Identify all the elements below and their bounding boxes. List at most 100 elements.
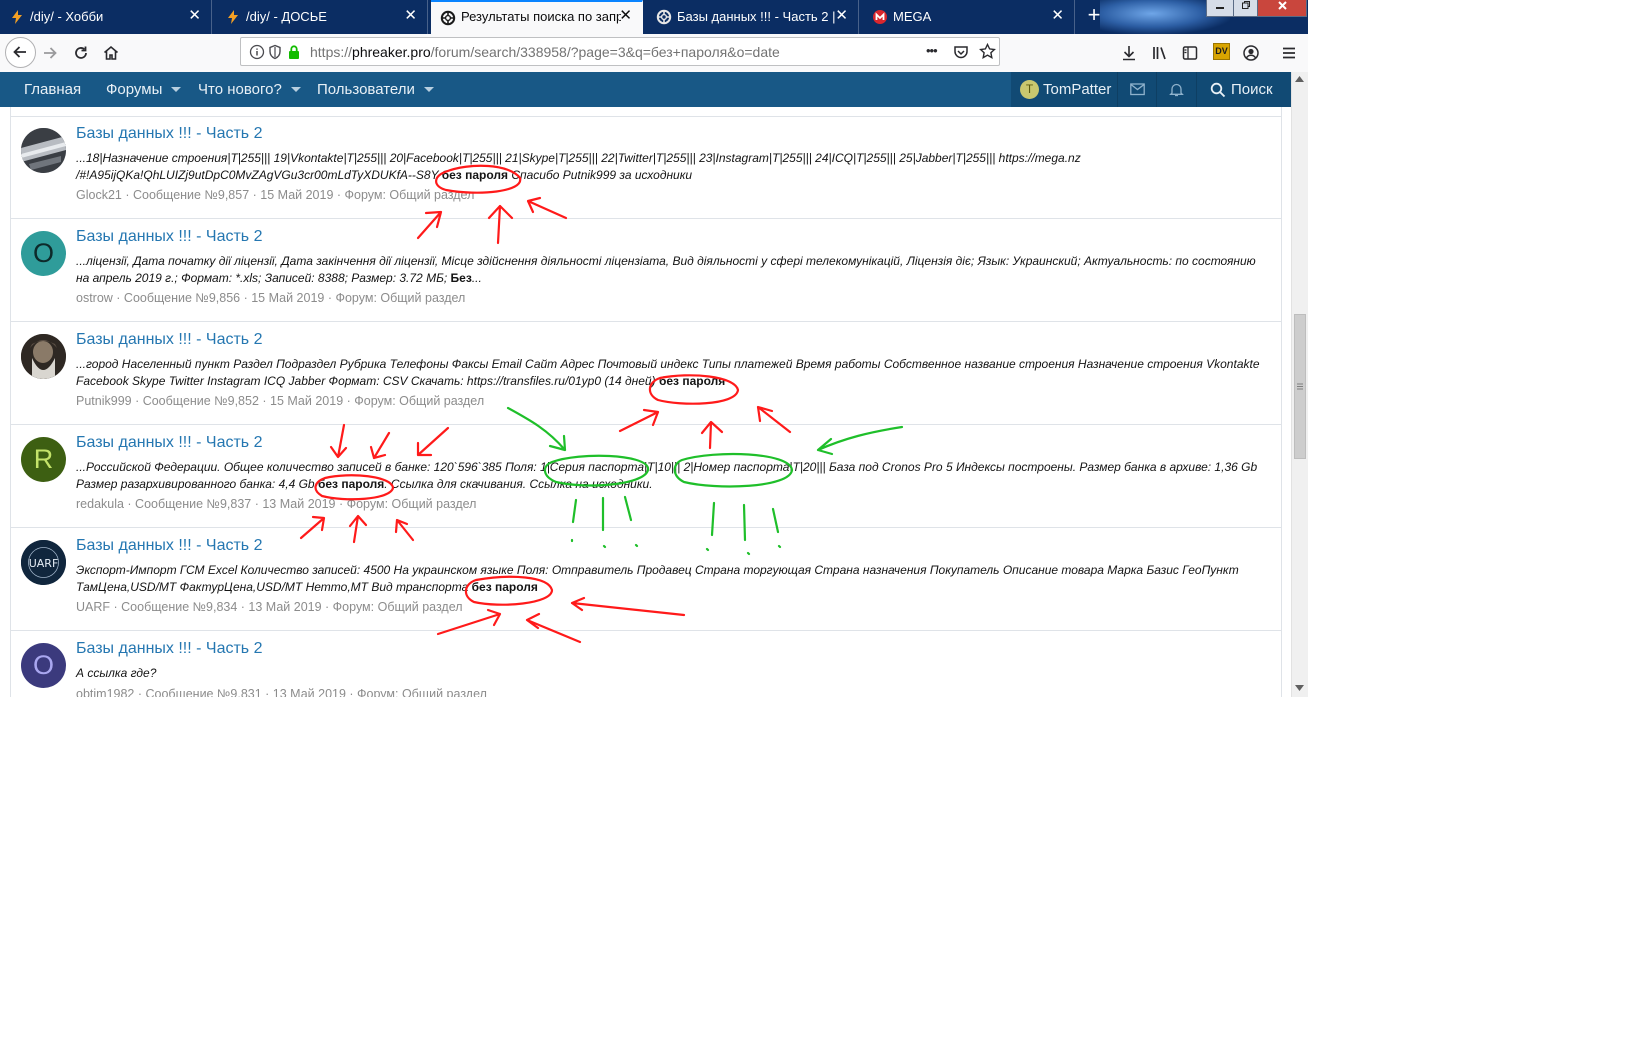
result-snippet: Экспорт-Импорт ГСМ Excel Количество запи… bbox=[76, 563, 1239, 595]
lock-icon[interactable] bbox=[287, 44, 301, 60]
conversations-button[interactable] bbox=[1118, 72, 1156, 107]
chevron-down-icon[interactable] bbox=[290, 86, 301, 92]
site-navigation: Главная Форумы Что нового? Пользователи … bbox=[0, 72, 1291, 107]
nav-home[interactable]: Главная bbox=[24, 72, 81, 107]
chevron-down-icon[interactable] bbox=[171, 86, 182, 92]
site-icon bbox=[656, 9, 672, 25]
forward-button[interactable] bbox=[36, 39, 64, 67]
alerts-button[interactable] bbox=[1157, 72, 1196, 107]
dv-extension-button[interactable]: DV bbox=[1213, 43, 1230, 60]
result-meta[interactable]: Putnik999 · Сообщение №9,852 · 15 Май 20… bbox=[76, 394, 484, 408]
avatar[interactable] bbox=[21, 128, 66, 173]
avatar[interactable]: O bbox=[21, 643, 66, 688]
user-menu[interactable]: T TomPatter bbox=[1011, 72, 1117, 107]
page-scrollbar[interactable] bbox=[1291, 72, 1308, 697]
avatar-letter: R bbox=[33, 444, 54, 474]
tab-databases-part2[interactable]: Базы данных !!! - Часть 2 | Стр ✕ bbox=[647, 0, 859, 34]
minimize-button[interactable] bbox=[1206, 0, 1234, 17]
result-title-link[interactable]: Базы данных !!! - Часть 2 bbox=[76, 331, 262, 349]
close-icon[interactable]: ✕ bbox=[188, 8, 201, 24]
envelope-icon bbox=[1130, 83, 1145, 96]
tab-title: /diy/ - Хобби bbox=[30, 9, 104, 24]
result-meta[interactable]: ostrow · Сообщение №9,856 · 15 Май 2019 … bbox=[76, 291, 465, 305]
pocket-icon[interactable] bbox=[953, 44, 969, 60]
result-snippet: ...ліцензії, Дата початку дії ліцензії, … bbox=[76, 254, 1256, 286]
downloads-button[interactable] bbox=[1115, 39, 1143, 67]
result-title-link[interactable]: Базы данных !!! - Часть 2 bbox=[76, 228, 262, 246]
avatar[interactable] bbox=[21, 334, 66, 379]
close-icon[interactable]: ✕ bbox=[835, 8, 848, 24]
page-actions-icon[interactable]: ••• bbox=[926, 43, 938, 58]
nav-users[interactable]: Пользователи bbox=[317, 72, 434, 107]
close-icon[interactable]: ✕ bbox=[1051, 8, 1064, 24]
hamburger-icon bbox=[1283, 47, 1295, 59]
new-tab-button[interactable]: + bbox=[1082, 4, 1106, 28]
search-highlight: без пароля bbox=[441, 168, 508, 183]
nav-whats-new-label: Что нового? bbox=[198, 81, 282, 98]
result-title-link[interactable]: Базы данных !!! - Часть 2 bbox=[76, 434, 262, 452]
nav-forums[interactable]: Форумы bbox=[106, 72, 182, 107]
restore-icon bbox=[1241, 1, 1250, 9]
search-highlight: без пароля bbox=[658, 374, 726, 389]
search-result: UARF Базы данных !!! - Часть 2 Экспорт-И… bbox=[11, 528, 1281, 631]
search-result: O Базы данных !!! - Часть 2 А ссылка где… bbox=[11, 631, 1281, 697]
search-result: R Базы данных !!! - Часть 2 ...Российско… bbox=[11, 425, 1281, 528]
tab-title: /diy/ - ДОСЬЕ bbox=[246, 9, 327, 24]
reload-button[interactable] bbox=[67, 39, 95, 67]
tab-search-results[interactable]: Результаты поиска по запросу ✕ bbox=[431, 0, 643, 34]
url-domain: phreaker.pro bbox=[352, 44, 431, 60]
scroll-thumb[interactable] bbox=[1294, 314, 1306, 459]
forward-arrow-icon bbox=[44, 47, 57, 59]
tab-diy-dossier[interactable]: /diy/ - ДОСЬЕ ✕ bbox=[216, 0, 428, 34]
avatar[interactable]: R bbox=[21, 437, 66, 482]
home-button[interactable] bbox=[97, 39, 125, 67]
avatar[interactable]: O bbox=[21, 231, 66, 276]
search-highlight: без пароля bbox=[317, 477, 385, 492]
scroll-down-icon[interactable] bbox=[1295, 685, 1304, 691]
result-snippet: ...Российской Федерации. Общее количеств… bbox=[76, 460, 1258, 492]
url-text[interactable]: https://phreaker.pro/forum/search/338958… bbox=[310, 44, 780, 60]
username: TomPatter bbox=[1043, 81, 1112, 98]
info-icon[interactable] bbox=[249, 44, 265, 60]
result-meta[interactable]: obtim1982 · Сообщение №9,831 · 13 Май 20… bbox=[76, 687, 487, 697]
bolt-icon bbox=[12, 10, 22, 24]
scroll-up-icon[interactable] bbox=[1295, 76, 1304, 82]
result-title-link[interactable]: Базы данных !!! - Часть 2 bbox=[76, 640, 262, 658]
back-button[interactable] bbox=[5, 37, 36, 68]
site-icon bbox=[440, 10, 456, 26]
tab-mega[interactable]: MEGA ✕ bbox=[863, 0, 1075, 34]
result-meta[interactable]: UARF · Сообщение №9,834 · 13 Май 2019 · … bbox=[76, 600, 463, 614]
close-icon[interactable]: ✕ bbox=[619, 8, 632, 24]
tab-diy-hobby[interactable]: /diy/ - Хобби ✕ bbox=[0, 0, 212, 34]
avatar[interactable]: UARF bbox=[21, 540, 66, 585]
search-highlight: без пароля bbox=[471, 580, 538, 595]
result-title-link[interactable]: Базы данных !!! - Часть 2 bbox=[76, 125, 262, 143]
result-snippet: ...город Населенный пункт Раздел Подразд… bbox=[76, 357, 1260, 389]
chevron-down-icon[interactable] bbox=[423, 86, 434, 92]
result-meta[interactable]: Glock21 · Сообщение №9,857 · 15 Май 2019… bbox=[76, 188, 474, 202]
maximize-button[interactable] bbox=[1233, 0, 1258, 17]
result-meta[interactable]: redakula · Сообщение №9,837 · 13 Май 201… bbox=[76, 497, 476, 511]
menu-button[interactable] bbox=[1275, 39, 1303, 67]
shield-icon[interactable] bbox=[268, 44, 282, 60]
sidebar-button[interactable] bbox=[1176, 39, 1204, 67]
bookmark-star-icon[interactable] bbox=[979, 43, 996, 60]
result-snippet: А ссылка где? bbox=[76, 666, 157, 680]
window-close-button[interactable] bbox=[1257, 0, 1307, 17]
url-bar[interactable]: https://phreaker.pro/forum/search/338958… bbox=[240, 37, 1000, 66]
grip-icon bbox=[1297, 383, 1303, 390]
search-result: Базы данных !!! - Часть 2 ...18|Назначен… bbox=[11, 116, 1281, 219]
library-button[interactable] bbox=[1146, 39, 1174, 67]
result-title-link[interactable]: Базы данных !!! - Часть 2 bbox=[76, 537, 262, 555]
close-icon[interactable]: ✕ bbox=[404, 8, 417, 24]
avatar-photo-icon bbox=[21, 128, 66, 173]
search-highlight: Без bbox=[450, 271, 472, 286]
sidebar-icon bbox=[1182, 46, 1198, 60]
minimize-icon bbox=[1216, 7, 1224, 9]
search-label: Поиск bbox=[1231, 81, 1273, 98]
nav-whats-new[interactable]: Что нового? bbox=[198, 72, 301, 107]
account-button[interactable] bbox=[1237, 39, 1265, 67]
result-snippet: ...18|Назначение строения|T|255||| 19|Vk… bbox=[76, 151, 1081, 183]
avatar-logo-label: UARF bbox=[29, 557, 59, 570]
search-button[interactable]: Поиск bbox=[1197, 72, 1291, 107]
